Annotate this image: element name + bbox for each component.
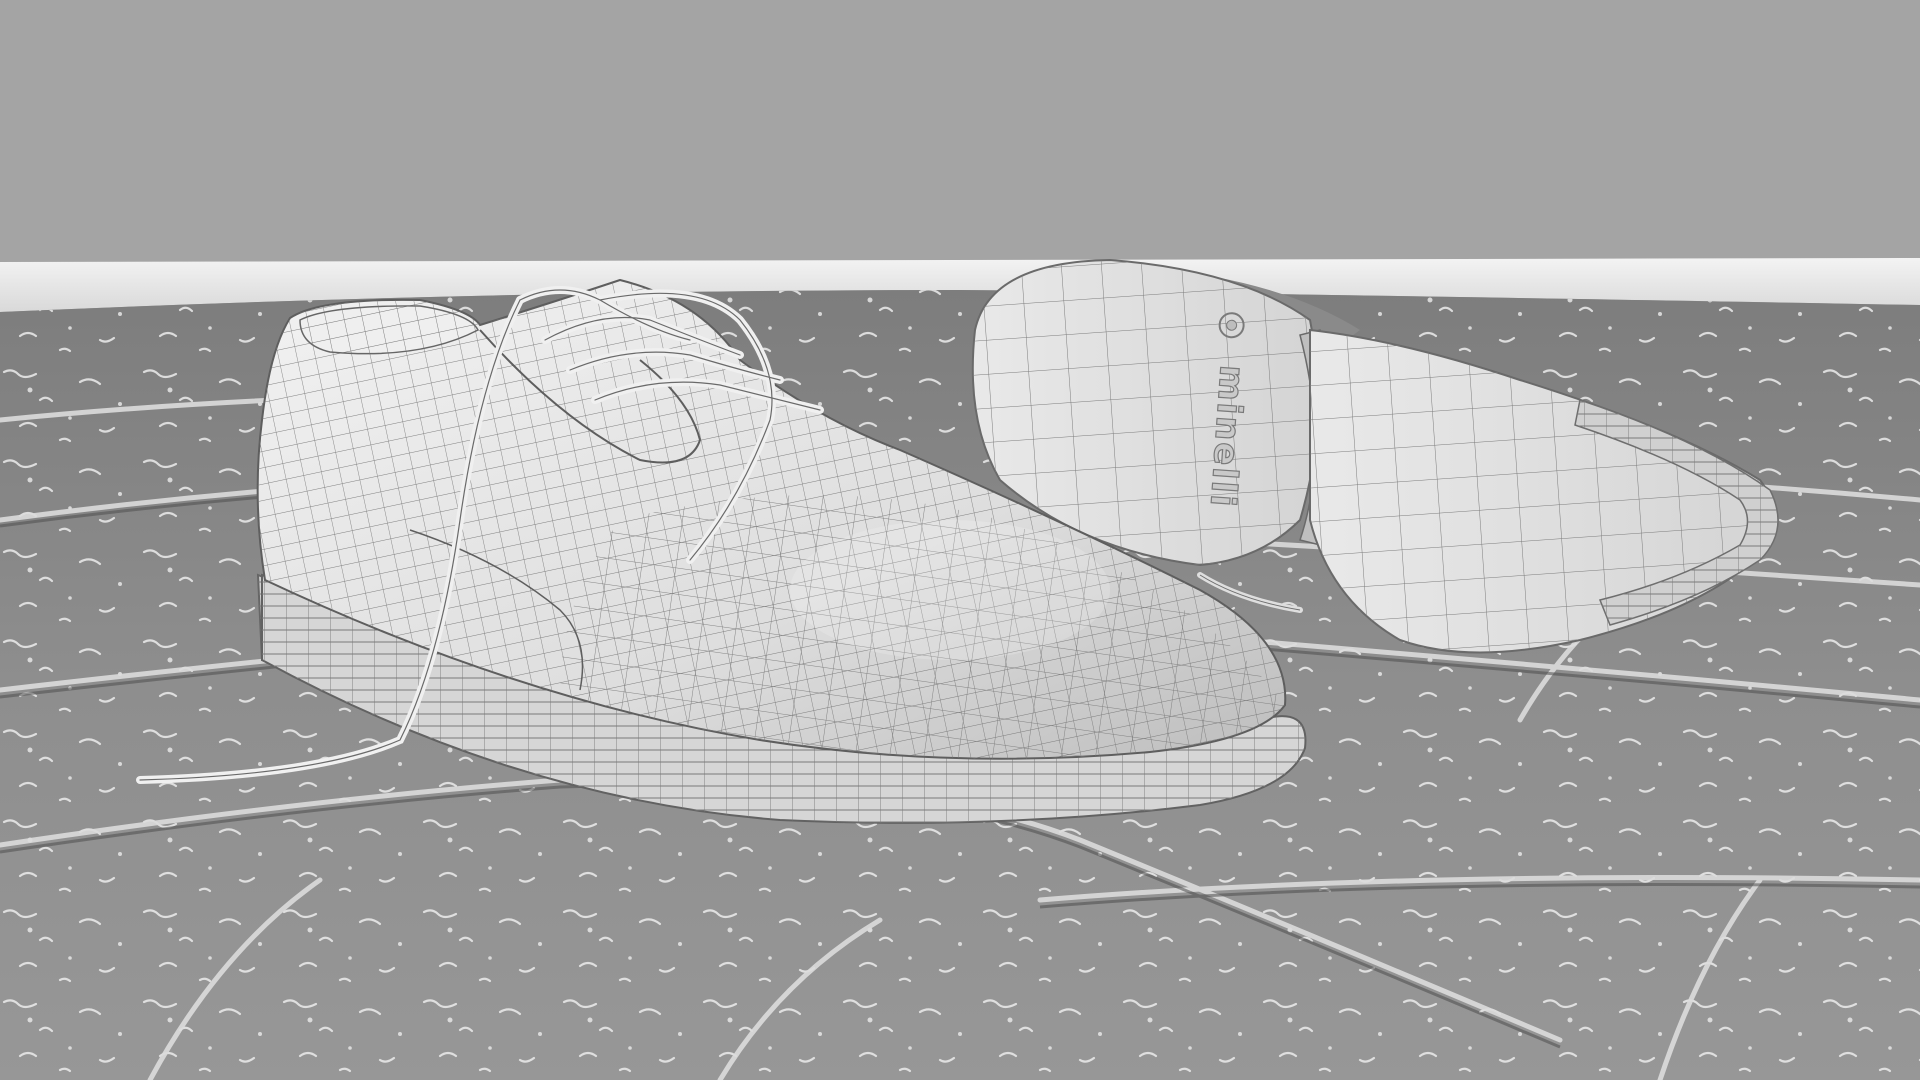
- render-canvas: minelli: [0, 0, 1920, 1080]
- render-viewport: minelli: [0, 0, 1920, 1080]
- backdrop-wall: [0, 0, 1920, 262]
